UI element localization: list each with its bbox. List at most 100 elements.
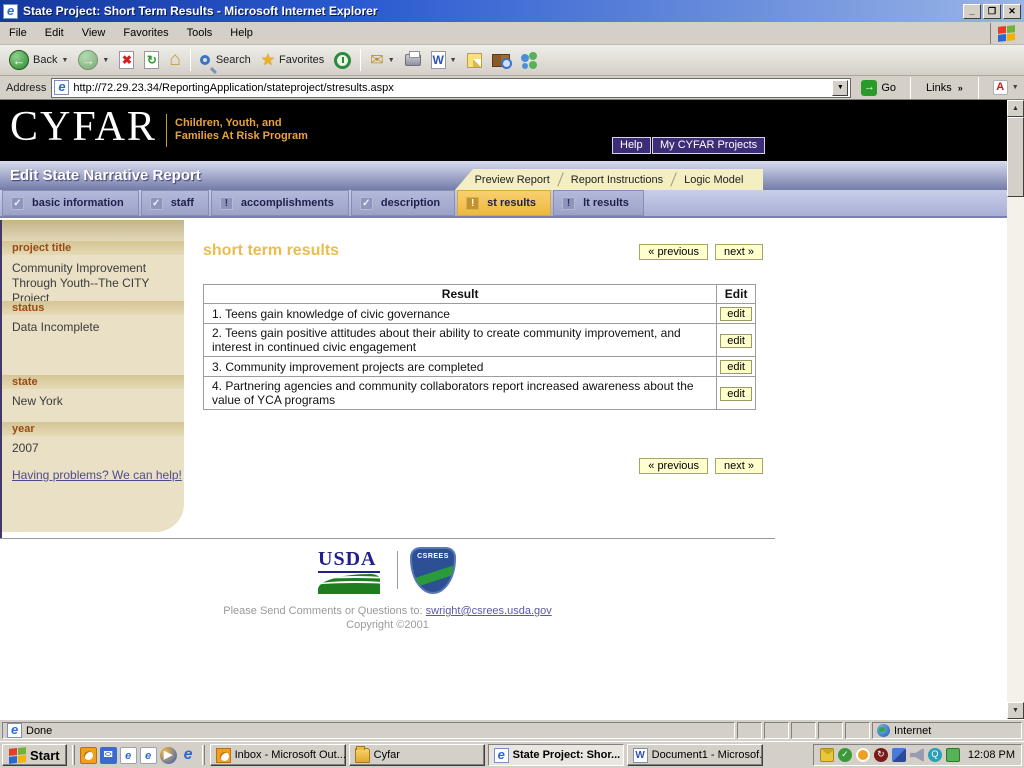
tray-update-icon[interactable]: ↻ (874, 748, 888, 762)
edit-button[interactable]: edit (720, 334, 752, 348)
tray-network-icon[interactable] (892, 748, 906, 762)
help-problems-link[interactable]: Having problems? We can help! (12, 468, 182, 482)
stop-button[interactable]: ✖ (114, 49, 139, 71)
edit-button[interactable]: edit (720, 307, 752, 321)
vertical-scrollbar[interactable]: ▲ ▼ (1007, 100, 1024, 719)
minimize-button[interactable]: _ (963, 4, 981, 19)
start-button[interactable]: Start (2, 744, 67, 766)
system-tray: ✓ ↻ Q 12:08 PM (813, 744, 1022, 766)
print-button[interactable] (400, 52, 426, 68)
cyfar-logo: CYFAR (10, 103, 157, 151)
notes-button[interactable] (462, 51, 487, 70)
word-icon: W (431, 51, 446, 69)
edit-column-header: Edit (717, 285, 756, 304)
tab-lt-results[interactable]: ! lt results (553, 190, 644, 216)
close-button[interactable]: ✕ (1003, 4, 1021, 19)
forward-dropdown-icon[interactable]: ▼ (102, 57, 109, 64)
preview-report-link[interactable]: Preview Report (465, 174, 560, 186)
menu-bar: File Edit View Favorites Tools Help (0, 22, 1024, 45)
url-text[interactable]: http://72.29.23.34/ReportingApplication/… (73, 82, 828, 94)
exclaim-icon: ! (220, 197, 233, 210)
favorites-button[interactable]: ★ Favorites (256, 48, 330, 72)
quicklaunch-outlook-express-icon[interactable]: ✉ (100, 747, 117, 764)
check-icon: ✓ (360, 197, 373, 210)
tab-accomplishments[interactable]: ! accomplishments (211, 190, 349, 216)
quicklaunch-ie-icon[interactable]: e (180, 747, 197, 764)
nav-buttons-top: « previous next » (639, 244, 763, 260)
status-pane (818, 722, 843, 739)
csrees-band (410, 560, 456, 590)
previous-button[interactable]: « previous (639, 244, 708, 260)
mail-button[interactable]: ✉ ▼ (365, 48, 399, 72)
tray-clock-icon[interactable] (856, 748, 870, 762)
status-text: Done (26, 725, 52, 737)
messenger-icon (520, 52, 540, 68)
tray-mail-icon[interactable] (820, 748, 834, 762)
toolbar-separator (360, 49, 361, 71)
print-icon (405, 54, 421, 66)
quicklaunch-media-player-icon[interactable]: ▶ (160, 747, 177, 764)
tab-staff[interactable]: ✓ staff (141, 190, 209, 216)
ie-icon (494, 748, 509, 763)
address-input[interactable]: http://72.29.23.34/ReportingApplication/… (51, 78, 851, 98)
edit-button[interactable]: edit (720, 387, 752, 401)
help-button[interactable]: Help (612, 137, 651, 154)
scroll-up-icon[interactable]: ▲ (1007, 100, 1024, 117)
task-cyfar-folder[interactable]: Cyfar (349, 744, 485, 766)
project-sidebar: project title Community Improvement Thro… (2, 220, 184, 532)
search-button[interactable]: Search (195, 52, 256, 68)
quicklaunch-ie-doc2-icon[interactable]: e (140, 747, 157, 764)
home-button[interactable]: ⌂ (164, 49, 185, 71)
taskbar-clock: 12:08 PM (968, 749, 1015, 761)
adobe-dropdown-icon[interactable]: ▼ (1012, 84, 1019, 91)
report-instructions-link[interactable]: Report Instructions (561, 174, 673, 186)
menu-tools[interactable]: Tools (178, 23, 222, 43)
history-button[interactable] (329, 50, 356, 71)
restore-button[interactable]: ❐ (983, 4, 1001, 19)
forward-icon: → (78, 50, 98, 70)
next-button[interactable]: next » (715, 244, 763, 260)
edit-with-word-button[interactable]: W ▼ (426, 49, 462, 71)
menu-view[interactable]: View (73, 23, 115, 43)
next-button[interactable]: next » (715, 458, 763, 474)
tray-volume-icon[interactable] (910, 748, 924, 762)
links-button[interactable]: Links » (920, 82, 969, 94)
go-button[interactable]: → Go (856, 79, 901, 97)
menu-file[interactable]: File (0, 23, 36, 43)
my-cyfar-projects-button[interactable]: My CYFAR Projects (652, 137, 765, 154)
scroll-down-icon[interactable]: ▼ (1007, 702, 1024, 719)
forward-button[interactable]: → ▼ (73, 48, 114, 72)
word-dropdown-icon[interactable]: ▼ (450, 57, 457, 64)
task-word-document[interactable]: W Document1 - Microsof... (627, 744, 763, 766)
tab-st-results[interactable]: ! st results (457, 190, 551, 216)
edit-button[interactable]: edit (720, 360, 752, 374)
taskbar-separator (202, 745, 205, 765)
back-button[interactable]: ← Back ▼ (4, 48, 73, 72)
scrollbar-thumb[interactable] (1007, 117, 1024, 197)
messenger-button[interactable] (515, 50, 545, 70)
quicklaunch-outlook-icon[interactable] (80, 747, 97, 764)
back-dropdown-icon[interactable]: ▼ (61, 57, 68, 64)
tray-card-icon[interactable] (946, 748, 960, 762)
previous-button[interactable]: « previous (639, 458, 708, 474)
tab-description[interactable]: ✓ description (351, 190, 455, 216)
task-state-project[interactable]: State Project: Shor... (488, 744, 624, 766)
logic-model-link[interactable]: Logic Model (674, 174, 753, 186)
menu-help[interactable]: Help (221, 23, 262, 43)
contact-email-link[interactable]: swright@csrees.usda.gov (426, 605, 552, 617)
adobe-button[interactable]: A ▼ (988, 78, 1024, 97)
tray-quicktime-icon[interactable]: Q (928, 748, 942, 762)
document-icon (7, 723, 22, 738)
tab-basic-information[interactable]: ✓ basic information (2, 190, 139, 216)
mail-dropdown-icon[interactable]: ▼ (388, 57, 395, 64)
window-title: State Project: Short Term Results - Micr… (23, 4, 961, 18)
quicklaunch-ie-doc-icon[interactable]: e (120, 747, 137, 764)
menu-favorites[interactable]: Favorites (114, 23, 177, 43)
taskbar: Start ✉ e e ▶ e Inbox - Microsoft Out...… (0, 741, 1024, 768)
refresh-button[interactable]: ↻ (139, 49, 164, 71)
task-inbox-outlook[interactable]: Inbox - Microsoft Out... (210, 744, 346, 766)
research-button[interactable] (487, 52, 515, 69)
tray-sync-icon[interactable]: ✓ (838, 748, 852, 762)
menu-edit[interactable]: Edit (36, 23, 73, 43)
address-dropdown-icon[interactable]: ▼ (832, 80, 848, 96)
